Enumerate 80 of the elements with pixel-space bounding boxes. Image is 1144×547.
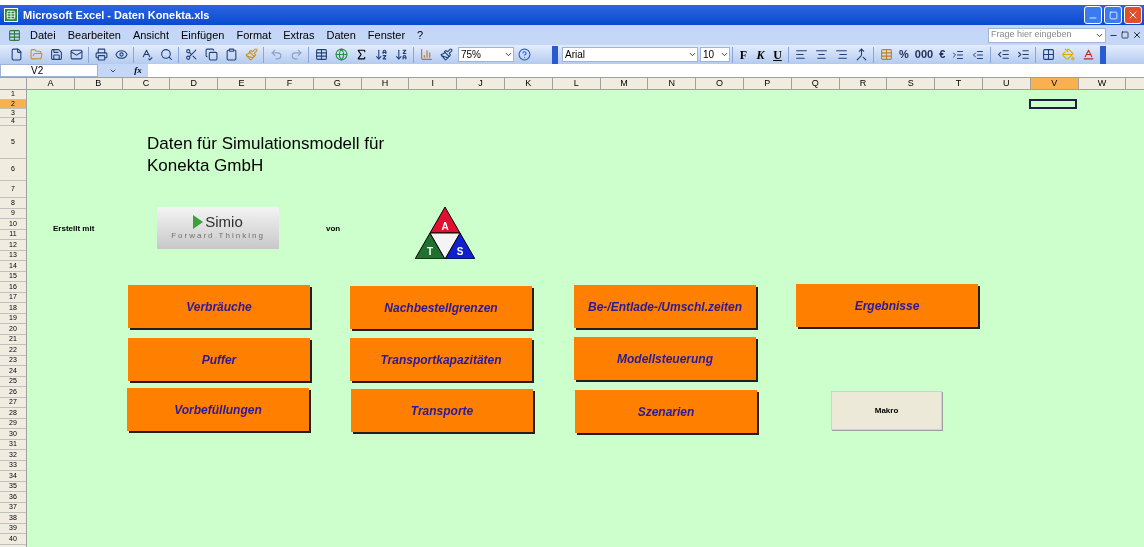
doc-close-icon[interactable] <box>1132 30 1142 40</box>
logo-letter: T <box>426 246 434 257</box>
menu-item[interactable]: ? <box>411 26 430 44</box>
column-header[interactable]: G <box>313 78 362 89</box>
macro-button[interactable]: Makro <box>831 391 942 430</box>
column-header[interactable]: S <box>887 78 936 89</box>
nav-button[interactable]: Puffer <box>128 338 310 381</box>
nav-button[interactable]: Verbräuche <box>128 285 310 328</box>
column-header[interactable]: W <box>1078 78 1127 89</box>
minimize-button[interactable] <box>1084 6 1102 24</box>
window-title: Microsoft Excel - Daten Konekta.xls <box>23 7 210 23</box>
column-header[interactable]: V <box>1030 78 1079 89</box>
column-header[interactable]: D <box>170 78 219 89</box>
logo-letter: A <box>441 221 449 232</box>
menu-item[interactable]: Einfügen <box>175 26 231 44</box>
nav-button[interactable]: Szenarien <box>575 390 757 433</box>
logo-wordmark: Simio <box>205 214 243 230</box>
number-format-button[interactable]: 000 <box>911 46 937 63</box>
menu-item[interactable]: Daten <box>320 26 362 44</box>
cell-selection <box>1029 99 1077 109</box>
column-header[interactable]: O <box>696 78 744 89</box>
caret-icon <box>720 50 729 59</box>
font-size-dropdown[interactable]: 10 <box>700 47 730 62</box>
menu-item[interactable]: Datei <box>24 26 62 44</box>
menu-item[interactable]: Bearbeiten <box>61 26 127 44</box>
column-header[interactable]: E <box>218 78 266 89</box>
restore-icon <box>1108 10 1118 20</box>
column-header[interactable]: U <box>982 78 1031 89</box>
column-header[interactable]: I <box>409 78 458 89</box>
menu-item[interactable]: Ansicht <box>126 26 175 44</box>
column-header[interactable]: L <box>552 78 601 89</box>
caret-icon <box>504 50 513 59</box>
caret-icon <box>688 50 697 59</box>
number-format-button[interactable]: % <box>896 46 912 63</box>
zoom-dropdown[interactable]: 75% <box>458 47 514 62</box>
by-label: von <box>326 223 341 235</box>
nav-button[interactable]: Nachbestellgrenzen <box>350 286 532 329</box>
created-with-label: Erstellt mit <box>53 223 95 235</box>
name-box[interactable]: V2 <box>0 64 98 77</box>
nav-button[interactable]: Ergebnisse <box>796 284 978 327</box>
column-header[interactable]: M <box>600 78 649 89</box>
close-icon <box>1127 9 1139 21</box>
column-header[interactable]: B <box>74 78 123 89</box>
nav-button[interactable]: Vorbefüllungen <box>127 388 309 431</box>
column-header[interactable]: J <box>457 78 505 89</box>
column-header[interactable]: H <box>361 78 410 89</box>
close-button[interactable] <box>1124 6 1142 24</box>
menu-item[interactable]: Fenster <box>361 26 412 44</box>
doc-restore-icon[interactable] <box>1121 31 1129 39</box>
column-header[interactable]: T <box>935 78 983 89</box>
number-format-button[interactable]: € <box>936 46 949 63</box>
heading-line: Konekta GmbH <box>147 155 265 177</box>
column-header[interactable]: F <box>266 78 314 89</box>
toolbar-grip[interactable] <box>552 45 558 64</box>
column-header[interactable]: P <box>743 78 792 89</box>
nav-button[interactable]: Be-/Entlade-/Umschl.zeiten <box>574 285 756 328</box>
column-header[interactable]: A <box>27 78 75 89</box>
nav-button[interactable]: Modellsteuerung <box>574 337 756 380</box>
column-header[interactable]: K <box>504 78 553 89</box>
heading-line: Daten für Simulationsmodell für <box>147 133 385 155</box>
column-header[interactable]: C <box>122 78 171 89</box>
nav-button[interactable]: Transporte <box>351 389 533 432</box>
excel-app-icon <box>4 8 18 22</box>
column-header[interactable]: N <box>648 78 697 89</box>
function-label[interactable]: fx <box>128 64 148 77</box>
toolbar-grip[interactable] <box>1100 45 1107 64</box>
restore-button[interactable] <box>1104 6 1122 24</box>
format-button[interactable]: F <box>735 45 752 64</box>
menu-item[interactable]: Extras <box>277 26 321 44</box>
play-triangle-icon <box>193 215 204 229</box>
format-button[interactable]: U <box>769 45 786 64</box>
logo-letter: S <box>456 246 464 257</box>
column-header[interactable]: R <box>839 78 888 89</box>
format-button[interactable]: K <box>752 45 769 64</box>
menu-item[interactable]: Format <box>230 26 278 44</box>
font-dropdown[interactable]: Arial <box>562 47 698 62</box>
column-header[interactable]: Q <box>791 78 840 89</box>
nav-button[interactable]: Transportkapazitäten <box>350 338 532 381</box>
help-search-field[interactable]: Frage hier eingeben <box>988 27 1106 43</box>
logo-tagline: Forward Thinking <box>171 230 265 242</box>
